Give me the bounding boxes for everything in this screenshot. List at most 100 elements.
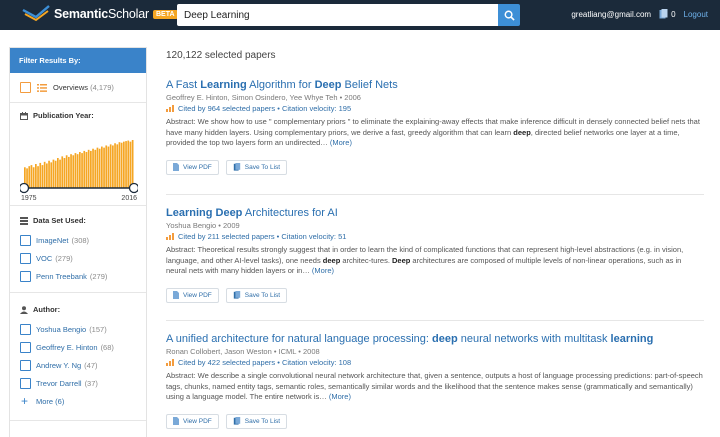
author-item[interactable]: Geoffrey E. Hinton (68) bbox=[20, 338, 136, 356]
author-title: Author: bbox=[20, 305, 136, 314]
histogram-bar bbox=[65, 155, 68, 188]
brand-bold: Semantic bbox=[54, 7, 108, 21]
view-pdf-button[interactable]: View PDF bbox=[166, 159, 219, 175]
text-segment: architec-tures. bbox=[340, 255, 392, 265]
paper-citations[interactable]: Cited by 964 selected papers • Citation … bbox=[166, 104, 704, 113]
range-handle-max[interactable] bbox=[128, 182, 140, 194]
save-to-list-button[interactable]: Save To List bbox=[225, 287, 288, 303]
paper-authors[interactable]: Yoshua Bengio • 2009 bbox=[166, 221, 704, 230]
dataset-item-label: ImageNet bbox=[36, 235, 69, 245]
range-handle-min[interactable] bbox=[18, 182, 30, 194]
logout-link[interactable]: Logout bbox=[684, 10, 708, 19]
histogram-bar bbox=[32, 167, 35, 188]
histogram-bar bbox=[83, 150, 86, 188]
histogram-bar bbox=[43, 161, 46, 188]
overview-filter[interactable]: Overviews (4,179) bbox=[10, 73, 146, 103]
filter-header: Filter Results By: bbox=[10, 48, 146, 73]
paper-abstract: Abstract: Theoretical results strongly s… bbox=[166, 245, 704, 277]
publication-year-section: Publication Year: 1975 2016 bbox=[10, 103, 146, 206]
paper-abstract: Abstract: We show how to use " complemen… bbox=[166, 117, 704, 149]
histogram-bar bbox=[116, 144, 119, 188]
search-input[interactable] bbox=[177, 4, 498, 26]
histogram-bar bbox=[94, 149, 97, 188]
paper-title[interactable]: Learning Deep Architectures for AI bbox=[166, 207, 704, 219]
histogram-bar bbox=[90, 150, 92, 188]
abstract-more-link[interactable]: (More) bbox=[312, 266, 334, 275]
text-segment: Belief Nets bbox=[341, 79, 398, 91]
author-item-count: (157) bbox=[89, 324, 107, 334]
dataset-item-voc[interactable]: VOC (279) bbox=[20, 249, 136, 267]
save-to-list-button[interactable]: Save To List bbox=[225, 413, 288, 429]
paper-title[interactable]: A unified architecture for natural langu… bbox=[166, 333, 704, 345]
author-checkbox[interactable] bbox=[20, 377, 31, 389]
paper-citations[interactable]: Cited by 422 selected papers • Citation … bbox=[166, 358, 704, 367]
year-max-label: 2016 bbox=[121, 195, 137, 201]
author-item[interactable]: Trevor Darrell (37) bbox=[20, 374, 136, 392]
logo[interactable]: SemanticScholar BETA bbox=[22, 5, 178, 23]
author-checkbox[interactable] bbox=[20, 359, 31, 371]
dataset-title: Data Set Used: bbox=[20, 216, 136, 225]
paper-authors[interactable]: Geoffrey E. Hinton, Simon Osindero, Yee … bbox=[166, 93, 704, 102]
highlight-term: Learning Deep bbox=[166, 207, 243, 219]
paper-actions: View PDF Save To List bbox=[166, 159, 704, 175]
abstract-more-link[interactable]: (More) bbox=[330, 138, 352, 147]
search-bar bbox=[177, 4, 520, 26]
semantic-scholar-logo-icon bbox=[22, 5, 50, 22]
dataset-checkbox[interactable] bbox=[20, 234, 31, 246]
search-button[interactable] bbox=[498, 4, 520, 26]
histogram-bar bbox=[59, 159, 61, 188]
author-section: Author: Yoshua Bengio (157) Geoffrey E. H… bbox=[10, 293, 146, 421]
histogram-bar bbox=[39, 162, 42, 188]
dataset-item-count: (308) bbox=[71, 235, 90, 245]
author-checkbox[interactable] bbox=[20, 323, 31, 335]
histogram-bar bbox=[127, 140, 130, 188]
author-more-link[interactable]: + More (6) bbox=[20, 392, 136, 410]
paper-authors[interactable]: Ronan Collobert, Jason Weston • ICML • 2… bbox=[166, 347, 704, 356]
paper-title[interactable]: A Fast Learning Algorithm for Deep Belie… bbox=[166, 79, 704, 91]
histogram-bar bbox=[131, 140, 134, 188]
paper-result: A Fast Learning Algorithm for Deep Belie… bbox=[166, 79, 704, 175]
overview-count: (4,179) bbox=[90, 83, 114, 92]
paper-result: A unified architecture for natural langu… bbox=[166, 333, 704, 429]
user-area: greatliang@gmail.com 0 Logout bbox=[571, 9, 708, 19]
paper-citations-text: Cited by 211 selected papers • Citation … bbox=[178, 232, 347, 241]
view-pdf-button[interactable]: View PDF bbox=[166, 287, 219, 303]
dataset-item-imagenet[interactable]: ImageNet (308) bbox=[20, 231, 136, 249]
save-to-list-button[interactable]: Save To List bbox=[225, 159, 288, 175]
highlight-term: deep bbox=[432, 333, 458, 345]
histogram-bar bbox=[50, 162, 53, 188]
year-histogram[interactable]: 1975 2016 bbox=[18, 126, 140, 202]
histogram-bar bbox=[109, 144, 112, 188]
overview-checkbox[interactable] bbox=[20, 82, 31, 93]
view-pdf-label: View PDF bbox=[183, 163, 212, 171]
histogram-bar bbox=[46, 163, 48, 188]
dataset-checkbox[interactable] bbox=[20, 252, 31, 264]
library-button[interactable]: 0 bbox=[659, 9, 676, 19]
author-item-label: Trevor Darrell bbox=[36, 378, 82, 388]
dataset-checkbox[interactable] bbox=[20, 270, 31, 282]
dataset-section: Data Set Used: ImageNet (308) VOC (279) Pe… bbox=[10, 206, 146, 293]
abstract-more-link[interactable]: (More) bbox=[329, 392, 351, 401]
histogram-bar bbox=[63, 158, 66, 188]
dataset-item-label: VOC bbox=[36, 253, 53, 263]
highlight-term: Deep bbox=[391, 255, 411, 265]
dataset-item-count: (279) bbox=[55, 253, 73, 263]
author-item[interactable]: Yoshua Bengio (157) bbox=[20, 320, 136, 338]
paper-citations[interactable]: Cited by 211 selected papers • Citation … bbox=[166, 232, 704, 241]
histogram-bar bbox=[76, 154, 79, 188]
document-icon bbox=[173, 163, 179, 171]
calendar-icon bbox=[20, 111, 28, 120]
dataset-item-penn-treebank[interactable]: Penn Treebank (279) bbox=[20, 267, 136, 285]
bar-chart-icon bbox=[166, 359, 174, 366]
histogram-bar bbox=[120, 142, 123, 188]
histogram-bar bbox=[79, 152, 81, 188]
author-item[interactable]: Andrew Y. Ng (47) bbox=[20, 356, 136, 374]
user-email[interactable]: greatliang@gmail.com bbox=[571, 10, 651, 19]
histogram-bar bbox=[129, 141, 132, 188]
histogram-bar bbox=[105, 145, 108, 188]
author-checkbox[interactable] bbox=[20, 341, 31, 353]
histogram-bar bbox=[98, 148, 101, 188]
histogram-bar bbox=[118, 142, 121, 188]
paper-actions: View PDF Save To List bbox=[166, 287, 704, 303]
view-pdf-button[interactable]: View PDF bbox=[166, 413, 219, 429]
